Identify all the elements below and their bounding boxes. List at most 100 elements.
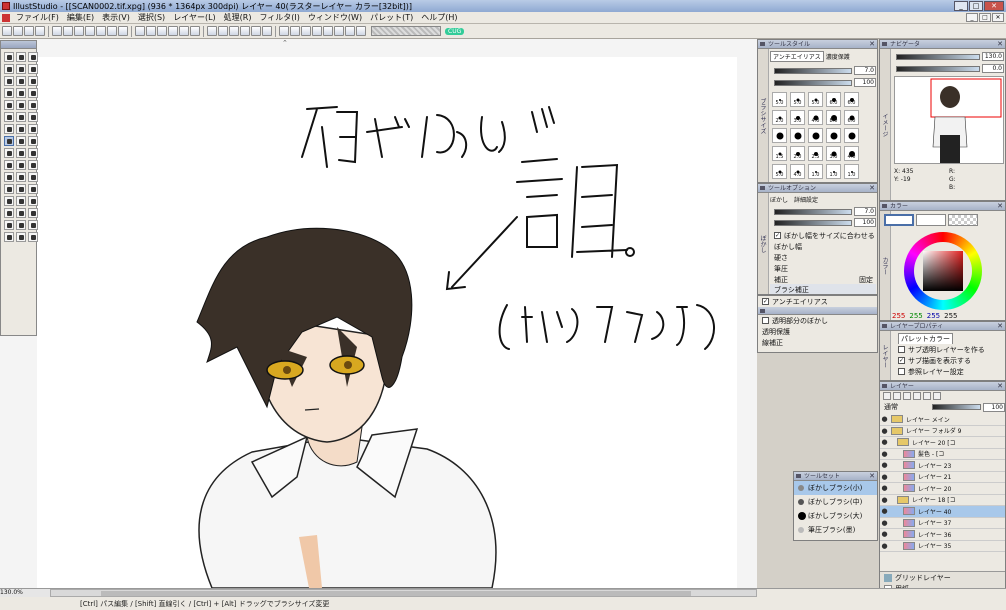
color-header[interactable]: カラー ✕ — [880, 202, 1005, 211]
navigator-preview[interactable] — [894, 76, 1004, 164]
blue-value[interactable]: 255 — [927, 312, 940, 320]
brush-preset[interactable]: 6.0 — [826, 92, 841, 107]
blur-tool-icon[interactable] — [4, 136, 14, 146]
h-tool-icon[interactable] — [28, 232, 38, 242]
brush-preset[interactable]: 3.0 — [826, 146, 841, 161]
correction-value[interactable]: 固定 — [859, 275, 873, 285]
hue-ring[interactable] — [904, 232, 982, 310]
new-icon[interactable] — [2, 26, 12, 36]
brush-preset[interactable]: 5.0 — [772, 92, 787, 107]
brush-preset[interactable]: 4.0 — [844, 146, 859, 161]
marker-tool-icon[interactable] — [16, 124, 26, 134]
eyedropper-tool-icon[interactable] — [16, 160, 26, 170]
detail-tab[interactable]: 詳細設定 — [794, 195, 818, 204]
menu-view[interactable]: 表示(V) — [98, 12, 134, 23]
tool-style-header[interactable]: ツールスタイル ✕ — [758, 40, 877, 49]
ruler-tool-icon[interactable] — [16, 172, 26, 182]
menu-edit[interactable]: 編集(E) — [63, 12, 98, 23]
maximize-button[interactable]: □ — [969, 1, 983, 11]
airbrush-tool-icon[interactable] — [4, 124, 14, 134]
delete-layer-icon[interactable] — [933, 392, 941, 400]
menu-help[interactable]: ヘルプ(H) — [417, 12, 461, 23]
toolset-item-1[interactable]: ぼかしブラシ(小) — [808, 483, 862, 493]
blur-fit-size-option[interactable]: ぼかし幅をサイズに合わせる — [784, 231, 875, 241]
save-icon[interactable] — [24, 26, 34, 36]
brush-preset[interactable]: 4.0 — [808, 110, 823, 125]
perspective-tool-icon[interactable] — [28, 172, 38, 182]
merge-icon[interactable] — [913, 392, 921, 400]
smudge-tool-icon[interactable] — [16, 136, 26, 146]
bucket-tool-icon[interactable] — [16, 148, 26, 158]
transparent-swatch[interactable] — [948, 214, 978, 226]
option-slider-1[interactable] — [774, 208, 852, 215]
ruler-icon[interactable] — [190, 26, 200, 36]
balloon-tool-icon[interactable] — [16, 184, 26, 194]
blend-mode[interactable]: 通常 — [884, 402, 932, 412]
red-value[interactable]: 255 — [892, 312, 905, 320]
lasso-tool-icon[interactable] — [16, 64, 26, 74]
menu-filter[interactable]: フィルタ(I) — [255, 12, 303, 23]
open-icon[interactable] — [13, 26, 23, 36]
antialias-option[interactable]: アンチエイリアス — [772, 297, 828, 307]
select-all-icon[interactable] — [96, 26, 106, 36]
option-slider-2[interactable] — [774, 219, 852, 226]
c-tool-icon[interactable] — [4, 220, 14, 230]
fill-icon[interactable] — [168, 26, 178, 36]
dot-tool-icon[interactable] — [4, 196, 14, 206]
visibility-eye-icon[interactable]: ● — [880, 473, 889, 481]
color-icon[interactable] — [323, 26, 333, 36]
zoom-readout[interactable]: 130.0% — [0, 589, 50, 597]
shape-tool-icon[interactable] — [28, 88, 38, 98]
brush-preset[interactable]: 6.0 — [844, 92, 859, 107]
edit-tool-icon[interactable] — [16, 100, 26, 110]
menu-palette[interactable]: パレット(T) — [366, 12, 417, 23]
rotate-tool-icon[interactable] — [28, 52, 38, 62]
settings-tool-icon[interactable] — [4, 172, 14, 182]
density-slider[interactable] — [774, 79, 852, 86]
deselect-icon[interactable] — [107, 26, 117, 36]
a-tool-icon[interactable] — [16, 208, 26, 218]
toolset-item-2[interactable]: ぼかしブラシ(中) — [808, 497, 862, 507]
zoom-field[interactable] — [371, 26, 441, 36]
doc-close-button[interactable]: ✕ — [992, 13, 1004, 22]
green-value[interactable]: 255 — [909, 312, 922, 320]
density-value[interactable]: 100 — [854, 78, 876, 87]
line-tool-icon[interactable] — [4, 88, 14, 98]
color-pick-icon[interactable] — [28, 160, 38, 170]
brush-preset[interactable]: 4.0 — [790, 164, 805, 179]
g-tool-icon[interactable] — [16, 232, 26, 242]
opacity-value[interactable]: 100 — [983, 402, 1005, 412]
navigator-header[interactable]: ナビゲータ ✕ — [880, 40, 1005, 49]
layer-row[interactable]: ● レイヤー 40 — [880, 506, 1005, 518]
reference-layer-option[interactable]: 参照レイヤー設定 — [908, 367, 964, 377]
invert-icon[interactable] — [118, 26, 128, 36]
move-tool-icon[interactable] — [4, 64, 14, 74]
brush-preset[interactable]: 6.0 — [844, 110, 859, 125]
brush-preset[interactable] — [808, 128, 823, 143]
layer-row[interactable]: ● 髪色 - [コ — [880, 449, 1005, 460]
minimize-button[interactable]: _ — [954, 1, 968, 11]
visibility-eye-icon[interactable]: ● — [880, 450, 889, 458]
transparent-blur-option[interactable]: 透明部分のぼかし — [772, 316, 828, 326]
help-icon[interactable] — [356, 26, 366, 36]
brush-preset[interactable] — [826, 128, 841, 143]
brush-preset[interactable]: 5.0 — [772, 164, 787, 179]
option-value-1[interactable]: 7.0 — [854, 207, 876, 216]
drawing-canvas[interactable] — [37, 57, 737, 588]
script-tool-icon[interactable] — [28, 196, 38, 206]
menu-window[interactable]: ウィンドウ(W) — [304, 12, 366, 23]
doc-maximize-button[interactable]: □ — [979, 13, 991, 22]
layer-row[interactable]: ● レイヤー 23 — [880, 460, 1005, 472]
option-value-2[interactable]: 100 — [854, 218, 876, 227]
water-brush-icon[interactable] — [28, 124, 38, 134]
brush-preset[interactable]: 2.0 — [772, 110, 787, 125]
copy-icon[interactable] — [74, 26, 84, 36]
marquee-tool-icon[interactable] — [4, 76, 14, 86]
layer-row[interactable]: ● レイヤー 36 — [880, 529, 1005, 541]
copy-layer-icon[interactable] — [903, 392, 911, 400]
layer-row[interactable]: ● レイヤー フォルダ 9 — [880, 426, 1005, 437]
size-value[interactable]: 7.0 — [854, 66, 876, 75]
brush-preset[interactable] — [790, 128, 805, 143]
brush-preset[interactable] — [772, 128, 787, 143]
scroll-thumb[interactable] — [101, 591, 691, 596]
